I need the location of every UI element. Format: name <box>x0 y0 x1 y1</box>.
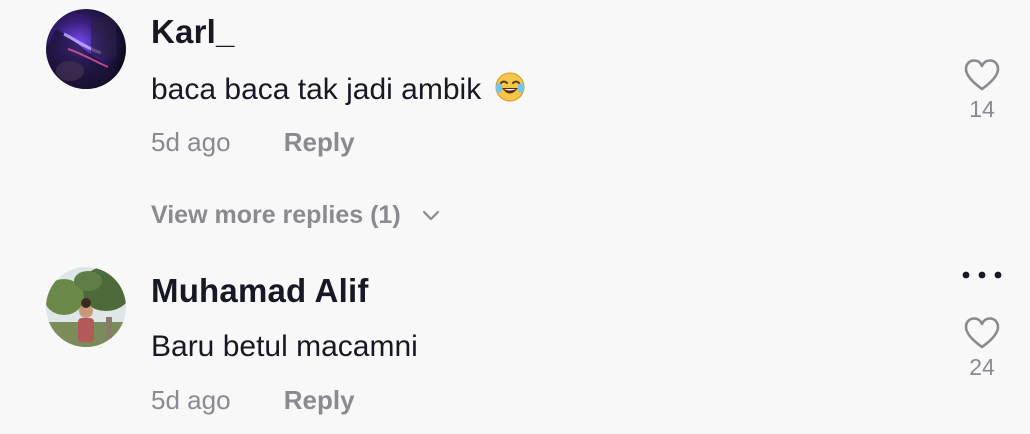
heart-icon <box>958 316 1006 350</box>
comment-meta: 5d ago Reply <box>151 127 355 158</box>
reply-button[interactable]: Reply <box>284 127 355 157</box>
heart-icon <box>958 58 1006 92</box>
comment-meta: 5d ago Reply <box>151 385 355 416</box>
comment-username[interactable]: Karl_ <box>151 13 235 51</box>
view-more-replies-label: View more replies (1) <box>151 201 401 229</box>
face-with-tears-of-joy-icon <box>494 71 526 111</box>
chevron-down-icon <box>422 199 440 228</box>
view-more-replies-button[interactable]: View more replies (1) <box>151 199 440 230</box>
avatar[interactable] <box>46 267 126 347</box>
like-button[interactable]: 24 <box>958 316 1006 381</box>
comment-time: 5d ago <box>151 127 231 157</box>
comment-item: Muhamad Alif Baru betul macamni 5d ago R… <box>0 258 1030 434</box>
like-count: 14 <box>969 96 995 122</box>
more-options-button[interactable] <box>960 268 1004 282</box>
more-dots-icon <box>960 269 1004 286</box>
like-button[interactable]: 14 <box>958 58 1006 123</box>
comment-item: Karl_ baca baca tak jadi ambik 5d ago Re… <box>0 0 1030 250</box>
reply-button[interactable]: Reply <box>284 385 355 415</box>
avatar[interactable] <box>46 9 126 89</box>
comment-text: Baru betul macamni <box>151 330 418 364</box>
comment-time: 5d ago <box>151 385 231 415</box>
comment-text-content: baca baca tak jadi ambik <box>151 73 482 106</box>
comment-text: baca baca tak jadi ambik <box>151 71 526 111</box>
comment-username[interactable]: Muhamad Alif <box>151 272 369 310</box>
like-count: 24 <box>969 354 995 380</box>
comment-text-content: Baru betul macamni <box>151 330 418 363</box>
